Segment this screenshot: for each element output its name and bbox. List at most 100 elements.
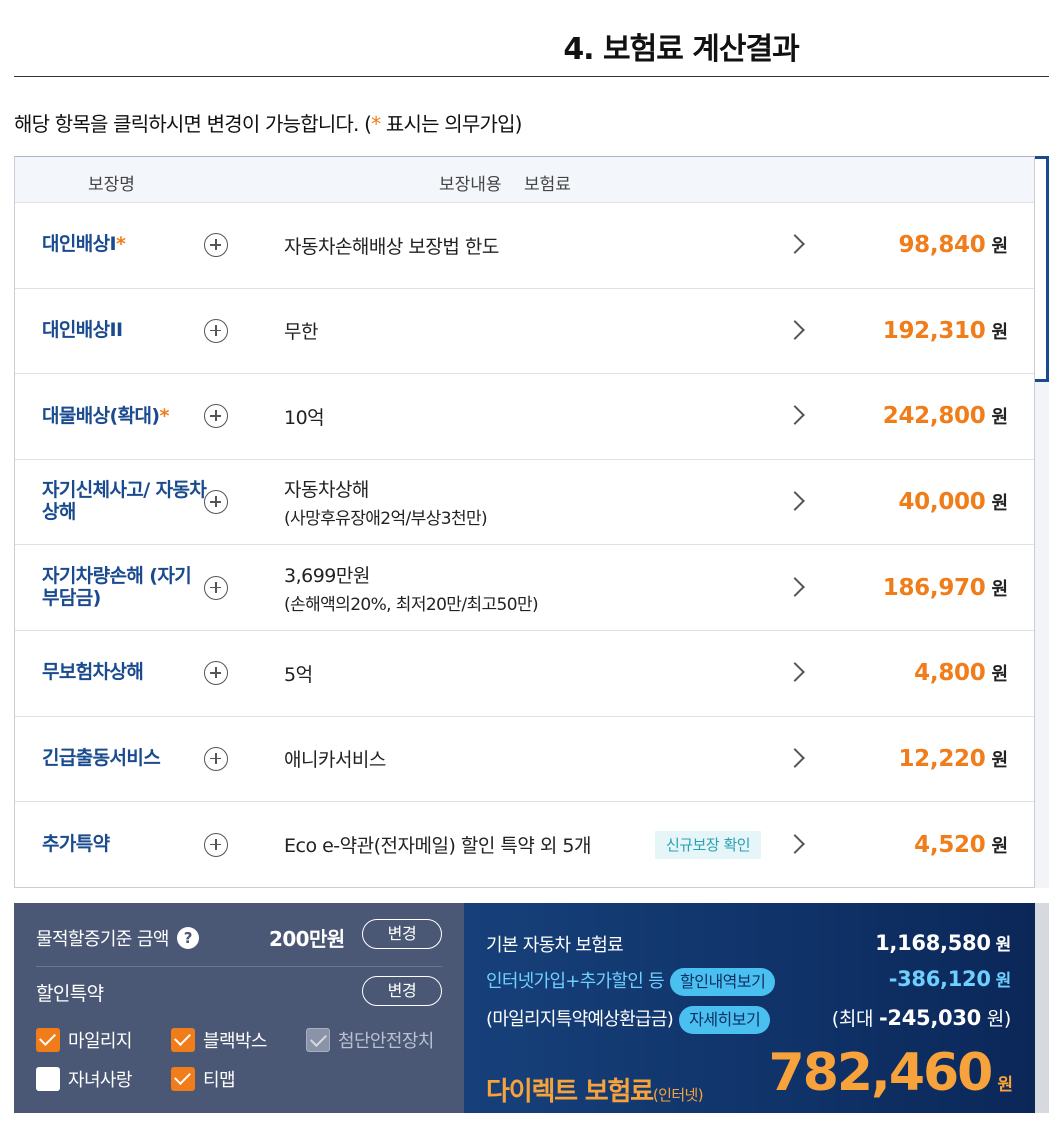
coverage-content[interactable]: 자동차상해 (사망후유장애2억/부상3천만): [284, 460, 488, 545]
checkbox-child[interactable]: 자녀사랑: [36, 1066, 132, 1092]
coverage-content-main: 무한: [284, 321, 318, 344]
base-amount: 1,168,580: [875, 931, 991, 955]
guide-suffix: 표시는 의무가입): [380, 112, 523, 136]
coverage-content[interactable]: 3,699만원 (손해액의20%, 최저20만/최고50만): [284, 545, 539, 630]
total-label: 다이렉트 보험료(인터넷): [486, 1071, 704, 1108]
coverage-content[interactable]: 무한: [284, 289, 318, 374]
mileage-detail-button[interactable]: 자세히보기: [679, 1006, 771, 1034]
checkbox-checked-icon[interactable]: [171, 1067, 195, 1091]
new-coverage-tag[interactable]: 신규보장 확인: [655, 830, 762, 859]
coverage-name-text: 대인배상II: [42, 318, 123, 341]
required-star: *: [159, 404, 169, 427]
coverage-name-text: 긴급출동서비스: [42, 746, 161, 769]
coverage-name-text: 무보험차상해: [42, 661, 144, 684]
coverage-name-text: 자기신체사고/ 자동차상해: [42, 479, 207, 524]
table-row[interactable]: 대물배상(확대)* 10억 242,800 원: [15, 374, 1034, 460]
checkbox-label: 블랙박스: [203, 1031, 267, 1052]
coverage-content-main: 자동차상해: [284, 479, 369, 502]
checkbox-unchecked-icon[interactable]: [36, 1067, 60, 1091]
coverage-content[interactable]: 애니카서비스: [284, 717, 386, 802]
plus-circle-icon[interactable]: [204, 490, 228, 515]
checkbox-label: 마일리지: [68, 1031, 132, 1052]
premium-amount: 186,970: [882, 574, 986, 601]
header-coverage-name: 보장명: [88, 175, 135, 195]
coverage-content-sub: (손해액의20%, 최저20만/최고50만): [284, 594, 539, 615]
table-row[interactable]: 자기차량손해 (자기부담금) 3,699만원 (손해액의20%, 최저20만/최고5…: [15, 545, 1034, 631]
chevron-right-icon[interactable]: [785, 747, 805, 768]
required-star: *: [371, 112, 381, 136]
chevron-right-icon[interactable]: [785, 662, 805, 683]
checkbox-mileage[interactable]: 마일리지: [36, 1027, 132, 1053]
table-row[interactable]: 긴급출동서비스 애니카서비스 12,220 원: [15, 717, 1034, 803]
checkbox-checked-icon[interactable]: [171, 1028, 195, 1052]
coverage-content-sub: (사망후유장애2억/부상3천만): [284, 509, 488, 530]
premium-amount: 40,000: [898, 489, 986, 516]
table-row[interactable]: 자기신체사고/ 자동차상해 자동차상해 (사망후유장애2억/부상3천만) 40,000…: [15, 460, 1034, 546]
mileage-amount: -245,030: [878, 1006, 981, 1030]
guide-prefix: 해당 항목을 클릭하시면 변경이 가능합니다. (: [14, 112, 372, 136]
coverage-name-text: 추가특약: [42, 833, 110, 856]
plus-circle-icon[interactable]: [204, 318, 228, 343]
plus-circle-icon[interactable]: [204, 746, 228, 771]
coverage-content[interactable]: Eco e-약관(전자메일) 할인 특약 외 5개: [284, 802, 592, 888]
plus-circle-icon[interactable]: [204, 404, 228, 429]
coverage-name[interactable]: 긴급출동서비스: [42, 717, 207, 802]
checkbox-tmap[interactable]: 티맵: [171, 1066, 236, 1092]
checkbox-label: 첨단안전장치: [338, 1031, 434, 1052]
threshold-change-button[interactable]: 변경: [362, 919, 442, 949]
discount-label-text: 인터넷가입+추가할인 등: [486, 971, 665, 992]
table-scrollbar[interactable]: [1035, 156, 1049, 888]
table-row[interactable]: 대인배상II 무한 192,310 원: [15, 289, 1034, 375]
chevron-right-icon[interactable]: [785, 576, 805, 597]
chevron-right-icon[interactable]: [785, 405, 805, 426]
premium-cell: 12,220 원: [898, 717, 1008, 802]
coverage-name[interactable]: 대물배상(확대)*: [42, 374, 207, 459]
premium-unit: 원: [991, 835, 1008, 857]
premium-amount: 4,800: [914, 660, 986, 687]
threshold-value: 200만원: [269, 927, 345, 951]
chevron-right-icon[interactable]: [785, 234, 805, 255]
coverage-content[interactable]: 10억: [284, 374, 325, 459]
coverage-name[interactable]: 자기신체사고/ 자동차상해: [42, 460, 207, 545]
coverage-content[interactable]: 5억: [284, 631, 313, 716]
coverage-name[interactable]: 자기차량손해 (자기부담금): [42, 545, 207, 630]
mileage-value: (최대 -245,030 원): [832, 1004, 1012, 1031]
chevron-right-icon[interactable]: [785, 319, 805, 340]
chevron-right-icon[interactable]: [785, 834, 805, 854]
premium-cell: 98,840 원: [898, 203, 1008, 288]
checkbox-checked-icon[interactable]: [36, 1028, 60, 1052]
mileage-row-label: (마일리지특약예상환급금) 자세히보기: [486, 1005, 771, 1034]
plus-circle-icon[interactable]: [204, 233, 228, 258]
plus-circle-icon[interactable]: [204, 832, 228, 857]
options-panel: 물적할증기준 금액 ? 200만원 변경 할인특약 변경 마일리지 블랙박스 첨…: [14, 903, 464, 1113]
discount-detail-button[interactable]: 할인내역보기: [670, 968, 776, 996]
premium-cell: 192,310 원: [883, 289, 1008, 374]
discount-change-button[interactable]: 변경: [362, 976, 442, 1006]
mileage-suffix: 원): [986, 1008, 1012, 1030]
coverage-name[interactable]: 추가특약: [42, 802, 207, 888]
coverage-content[interactable]: 자동차손해배상 보장법 한도: [284, 203, 499, 288]
options-divider: [36, 966, 442, 967]
scrollbar-thumb[interactable]: [1035, 156, 1049, 382]
help-icon[interactable]: ?: [176, 927, 199, 949]
table-row[interactable]: 대인배상I* 자동차손해배상 보장법 한도 98,840 원: [15, 203, 1034, 289]
checkbox-label: 자녀사랑: [68, 1070, 132, 1091]
title-divider: [14, 76, 1049, 77]
checkbox-disabled-icon: [306, 1028, 330, 1052]
header-premium: 보험료: [524, 175, 571, 195]
discount-label: 할인특약: [36, 983, 104, 1005]
premium-cell: 4,520 원: [914, 802, 1008, 888]
plus-circle-icon[interactable]: [204, 661, 228, 686]
table-row[interactable]: 무보험차상해 5억 4,800 원: [15, 631, 1034, 717]
coverage-name[interactable]: 대인배상I*: [42, 203, 207, 288]
checkbox-blackbox[interactable]: 블랙박스: [171, 1027, 267, 1053]
discount-value: -386,120 원: [889, 966, 1012, 991]
plus-circle-icon[interactable]: [204, 575, 228, 600]
premium-unit: 원: [991, 407, 1008, 429]
coverage-name-text: 자기차량손해 (자기부담금): [42, 564, 192, 609]
chevron-right-icon[interactable]: [785, 491, 805, 511]
coverage-name-text: 대물배상(확대): [42, 404, 160, 427]
table-row[interactable]: 추가특약 Eco e-약관(전자메일) 할인 특약 외 5개 신규보장 확인 4,52…: [15, 802, 1034, 888]
coverage-name[interactable]: 대인배상II: [42, 289, 207, 374]
coverage-name[interactable]: 무보험차상해: [42, 631, 207, 716]
